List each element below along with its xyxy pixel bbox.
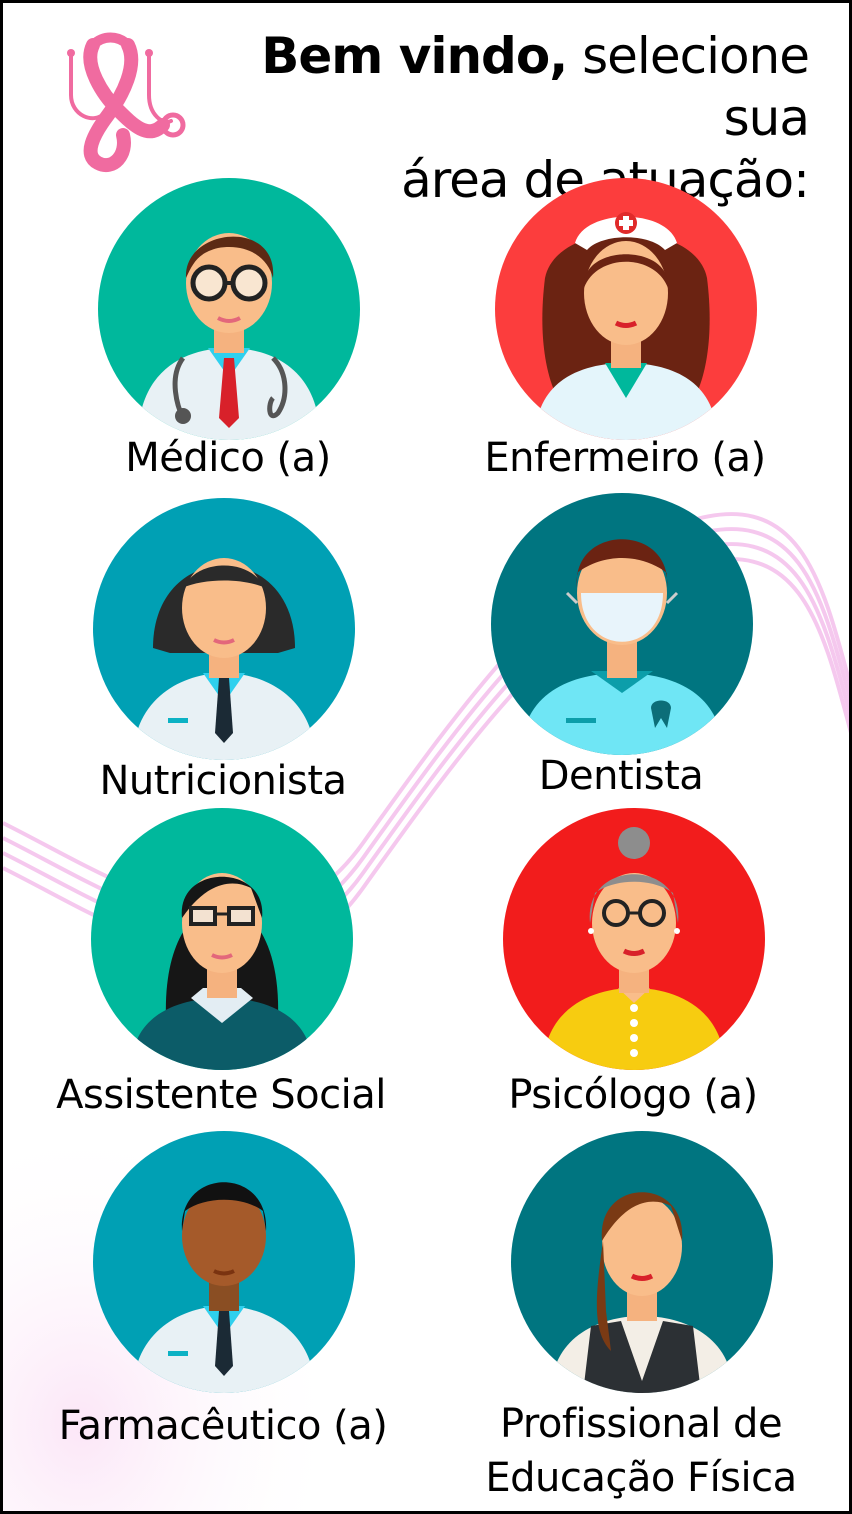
profession-option-medico[interactable]: Médico (a) xyxy=(28,178,428,508)
psychologist-icon xyxy=(503,808,765,1070)
profession-option-educacao-fisica[interactable]: Profissional de Educação Física xyxy=(441,1131,841,1501)
nurse-icon xyxy=(495,178,757,440)
profession-option-nutricionista[interactable]: Nutricionista xyxy=(23,498,423,828)
profession-label: Médico (a) xyxy=(125,435,331,481)
dentist-icon xyxy=(491,493,753,755)
profession-option-assistente-social[interactable]: Assistente Social xyxy=(21,808,421,1138)
profession-label: Psicólogo (a) xyxy=(508,1072,758,1118)
profession-label-line2: Educação Física xyxy=(485,1455,797,1501)
profession-option-farmaceutico[interactable]: Farmacêutico (a) xyxy=(23,1131,423,1461)
title-welcome: Bem vindo, xyxy=(261,27,568,85)
pink-ribbon-stethoscope-logo xyxy=(67,32,186,172)
profession-label: Dentista xyxy=(538,753,704,799)
profession-label: Profissional de Educação Física xyxy=(441,1397,841,1505)
app-screen: Bem vindo, selecione sua área de atuação… xyxy=(0,0,852,1514)
profession-option-psicologo[interactable]: Psicólogo (a) xyxy=(433,808,833,1138)
profession-label: Assistente Social xyxy=(56,1072,386,1118)
nutritionist-icon xyxy=(93,498,355,760)
profession-label: Enfermeiro (a) xyxy=(484,435,766,481)
profession-option-enfermeiro[interactable]: Enfermeiro (a) xyxy=(425,178,825,508)
doctor-icon xyxy=(98,178,360,440)
profession-label: Farmacêutico (a) xyxy=(58,1403,388,1449)
pharmacist-icon xyxy=(93,1131,355,1393)
profession-label: Nutricionista xyxy=(99,758,347,804)
social-worker-icon xyxy=(91,808,353,1070)
profession-label-line1: Profissional de xyxy=(499,1401,783,1447)
title-instruction: selecione sua xyxy=(582,27,810,147)
physical-educator-icon xyxy=(511,1131,773,1393)
profession-option-dentista[interactable]: Dentista xyxy=(421,493,821,823)
